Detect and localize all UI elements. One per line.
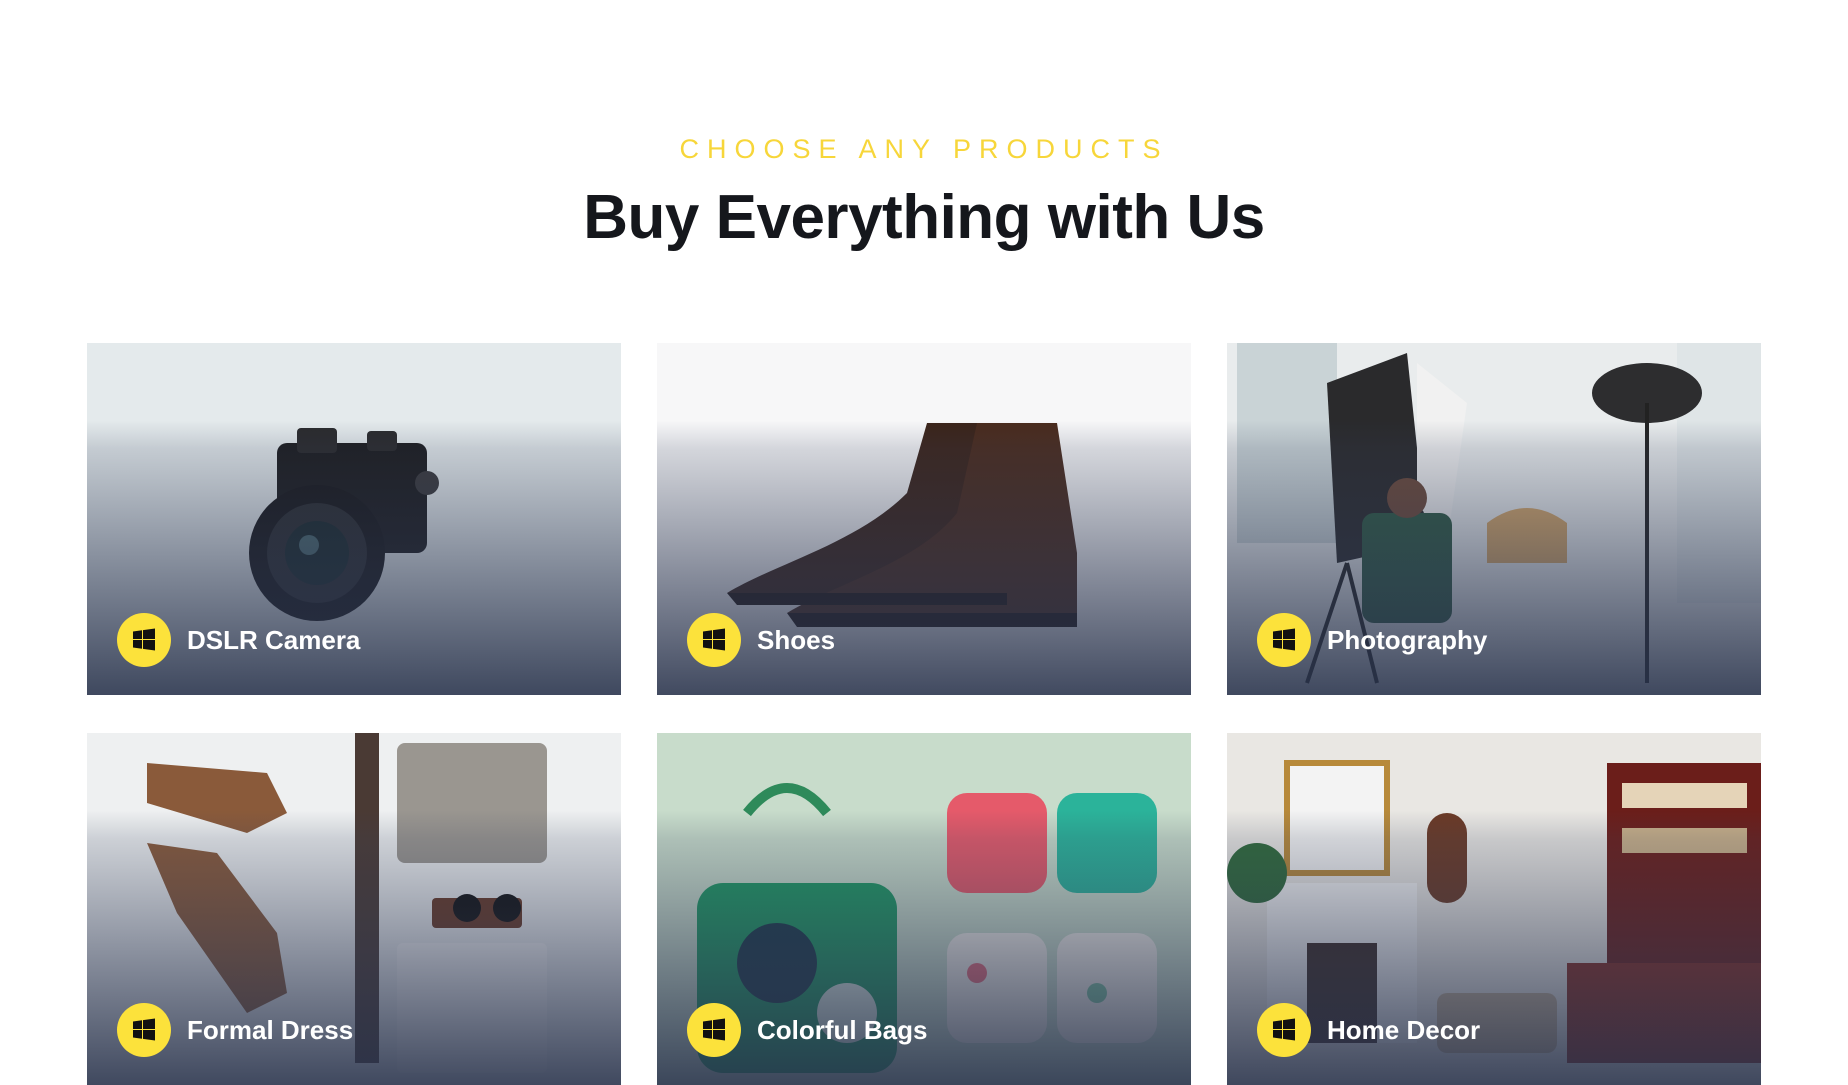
category-label: Home Decor [1257, 1003, 1480, 1057]
category-name: Formal Dress [187, 1014, 354, 1045]
windows-icon [117, 1003, 171, 1057]
category-label: Shoes [687, 613, 835, 667]
category-card-formal-dress[interactable]: Formal Dress [87, 733, 621, 1085]
windows-icon [1257, 1003, 1311, 1057]
category-card-shoes[interactable]: Shoes [657, 343, 1191, 695]
category-name: Shoes [757, 624, 836, 655]
windows-icon [687, 1003, 741, 1057]
category-name: DSLR Camera [187, 624, 361, 655]
category-card-home-decor[interactable]: Home Decor [1227, 733, 1761, 1085]
windows-icon [1257, 613, 1311, 667]
category-label: Photography [1257, 613, 1487, 667]
category-card-dslr-camera[interactable]: DSLR Camera [87, 343, 621, 695]
section-title: Buy Everything with Us [583, 183, 1265, 252]
category-name: Photography [1327, 624, 1488, 655]
section-eyebrow: CHOOSE ANY PRODUCTS [679, 134, 1169, 164]
category-name: Colorful Bags [757, 1014, 928, 1045]
category-label: DSLR Camera [117, 613, 360, 667]
windows-icon [117, 613, 171, 667]
category-label: Formal Dress [117, 1003, 353, 1057]
category-card-colorful-bags[interactable]: Colorful Bags [657, 733, 1191, 1085]
category-card-photography[interactable]: Photography [1227, 343, 1761, 695]
windows-icon [687, 613, 741, 667]
category-label: Colorful Bags [687, 1003, 927, 1057]
category-name: Home Decor [1327, 1014, 1481, 1045]
category-grid: DSLR Camera Shoes Photography Formal Dre… [87, 343, 1761, 1085]
